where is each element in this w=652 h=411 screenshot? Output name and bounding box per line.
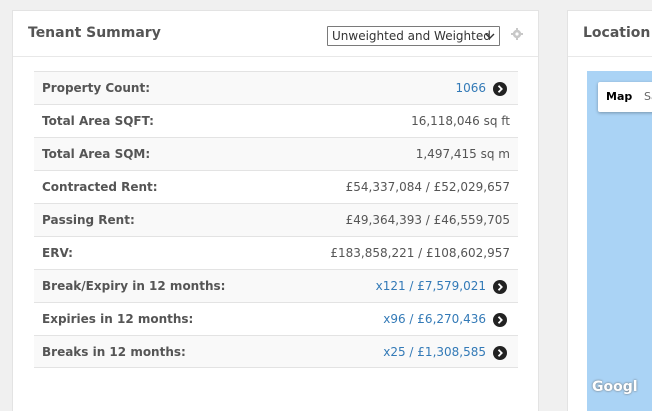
row-label: Breaks in 12 months:: [42, 345, 186, 359]
summary-row: Break/Expiry in 12 months: x121 / £7,579,…: [34, 269, 518, 302]
row-label: Total Area SQFT:: [42, 114, 154, 128]
map-type-satellite-button[interactable]: Sa: [644, 90, 652, 103]
row-label: Total Area SQM:: [42, 147, 151, 161]
summary-row: Passing Rent: £49,364,393 / £46,559,705: [34, 203, 518, 236]
summary-row: ERV: £183,858,221 / £108,602,957: [34, 236, 518, 269]
summary-table: Property Count: 1066 Total Area SQFT: 16,11…: [34, 71, 518, 368]
map-type-map-button[interactable]: Map: [606, 90, 632, 103]
summary-row: Expiries in 12 months: x96 / £6,270,436: [34, 302, 518, 335]
panel-title: Tenant Summary: [28, 25, 161, 41]
panel-header: Tenant Summary Unweighted and Weighted: [13, 11, 538, 57]
summary-row: Total Area SQM: 1,497,415 sq m: [34, 137, 518, 170]
row-label: Expiries in 12 months:: [42, 312, 194, 326]
summary-row: Breaks in 12 months: x25 / £1,308,585: [34, 335, 518, 368]
panel-header: Location M: [568, 11, 652, 57]
chevron-right-circle-icon[interactable]: [493, 346, 507, 360]
location-map-panel: Location M Map Sa Googl: [567, 10, 652, 411]
gear-icon[interactable]: [510, 27, 524, 41]
map-type-control: Map Sa: [598, 82, 652, 112]
row-value-link[interactable]: x96 / £6,270,436: [383, 312, 486, 326]
row-value: £183,858,221 / £108,602,957: [330, 246, 510, 260]
row-value: 16,118,046 sq ft: [411, 114, 510, 128]
row-label: Break/Expiry in 12 months:: [42, 279, 226, 293]
row-value-link[interactable]: x25 / £1,308,585: [383, 345, 486, 359]
row-label: Passing Rent:: [42, 213, 135, 227]
chevron-down-icon: [485, 33, 495, 39]
summary-row: Total Area SQFT: 16,118,046 sq ft: [34, 104, 518, 137]
row-value: 1,497,415 sq m: [415, 147, 510, 161]
chevron-right-circle-icon[interactable]: [493, 82, 507, 96]
weighting-select-value: Unweighted and Weighted: [332, 29, 491, 43]
panel-title: Location M: [583, 25, 652, 41]
map-logo: Googl: [592, 379, 638, 395]
row-label: ERV:: [42, 246, 73, 260]
row-label: Property Count:: [42, 81, 151, 95]
weighting-select[interactable]: Unweighted and Weighted: [327, 26, 500, 46]
chevron-right-circle-icon[interactable]: [493, 313, 507, 327]
summary-row: Contracted Rent: £54,337,084 / £52,029,65…: [34, 170, 518, 203]
map-canvas[interactable]: [587, 71, 652, 411]
row-value: £54,337,084 / £52,029,657: [345, 180, 510, 194]
tenant-summary-panel: Tenant Summary Unweighted and Weighted P…: [12, 10, 539, 411]
row-value-link[interactable]: 1066: [455, 81, 486, 95]
chevron-right-circle-icon[interactable]: [493, 280, 507, 294]
row-value-link[interactable]: x121 / £7,579,021: [376, 279, 486, 293]
row-label: Contracted Rent:: [42, 180, 158, 194]
row-value: £49,364,393 / £46,559,705: [345, 213, 510, 227]
summary-row: Property Count: 1066: [34, 71, 518, 104]
